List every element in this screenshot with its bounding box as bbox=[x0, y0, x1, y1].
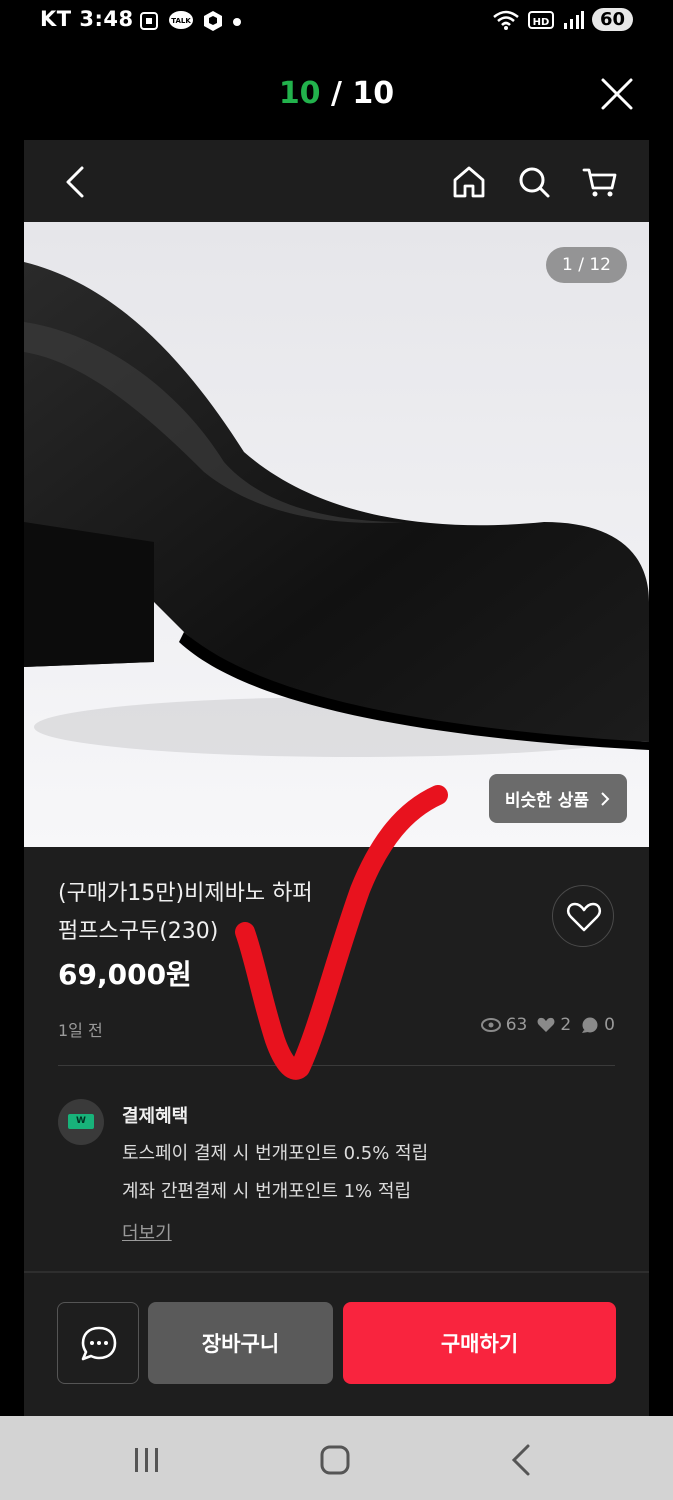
similar-products-button[interactable]: 비슷한 상품 bbox=[488, 774, 627, 823]
signal-icon bbox=[563, 10, 584, 29]
benefit-line: 계좌 간편결제 시 번개포인트 1% 적립 bbox=[122, 1181, 412, 1202]
divider bbox=[24, 1271, 649, 1273]
divider bbox=[58, 1065, 615, 1066]
app-screen: 1 / 12 비슷한 상품 (구매가15만)비제바노 하퍼 펌프스구두(230)… bbox=[24, 140, 649, 1416]
product-title-line1: (구매가15만)비제바노 하퍼 bbox=[58, 881, 313, 906]
screenshot-icon bbox=[140, 12, 158, 30]
product-image[interactable]: 1 / 12 비슷한 상품 bbox=[24, 222, 649, 847]
comments-stat: 0 bbox=[581, 1015, 615, 1035]
product-price: 69,000원 bbox=[58, 958, 192, 991]
back-button-icon[interactable] bbox=[502, 1440, 542, 1480]
counter-total: 10 bbox=[352, 76, 395, 111]
screenshot-counter: 10 / 10 bbox=[0, 76, 673, 111]
comment-bubble-icon bbox=[582, 1017, 598, 1033]
close-icon[interactable] bbox=[599, 76, 635, 112]
dot-icon bbox=[233, 18, 241, 26]
svg-text:HD: HD bbox=[533, 17, 550, 28]
similar-products-label: 비슷한 상품 bbox=[504, 791, 589, 811]
back-arrow-icon[interactable] bbox=[58, 162, 98, 202]
product-title-line2: 펌프스구두(230) bbox=[58, 919, 219, 944]
more-link[interactable]: 더보기 bbox=[122, 1219, 172, 1245]
home-icon[interactable] bbox=[449, 162, 489, 202]
buy-button[interactable]: 구매하기 bbox=[343, 1302, 616, 1384]
counter-current: 10 bbox=[278, 76, 321, 111]
home-button-icon[interactable] bbox=[315, 1440, 355, 1480]
system-icons: HD 60 bbox=[492, 8, 633, 31]
system-navigation-bar bbox=[0, 1416, 673, 1500]
likes-stat: 2 bbox=[537, 1015, 571, 1035]
recent-apps-icon[interactable] bbox=[126, 1440, 166, 1480]
carrier-time: KT 3:48 bbox=[40, 7, 134, 31]
image-viewer-header: 10 / 10 bbox=[0, 70, 673, 120]
cart-icon[interactable] bbox=[580, 162, 620, 202]
wifi-icon bbox=[493, 10, 519, 30]
payment-benefit-icon: W bbox=[58, 1099, 104, 1145]
battery-indicator: 60 bbox=[591, 8, 633, 31]
kakaotalk-icon: TALK bbox=[169, 11, 193, 29]
shoe-image bbox=[24, 222, 649, 847]
search-icon[interactable] bbox=[514, 162, 554, 202]
notification-icons: TALK bbox=[138, 10, 242, 32]
counter-separator: / bbox=[320, 76, 353, 111]
heart-small-icon bbox=[537, 1017, 555, 1032]
posted-time: 1일 전 bbox=[58, 1021, 103, 1040]
benefit-badge: W bbox=[68, 1114, 94, 1129]
product-title: (구매가15만)비제바노 하퍼 펌프스구두(230) bbox=[58, 875, 438, 951]
svg-text:TALK: TALK bbox=[171, 17, 191, 25]
hd-voice-icon: HD bbox=[527, 10, 554, 29]
chat-button[interactable] bbox=[57, 1302, 139, 1384]
product-stats: 63 2 0 bbox=[480, 1015, 615, 1035]
comments-count: 0 bbox=[604, 1015, 615, 1035]
like-button[interactable] bbox=[552, 885, 614, 947]
box-app-icon bbox=[204, 11, 222, 31]
views-count: 63 bbox=[505, 1015, 528, 1035]
benefit-line: 토스페이 결제 시 번개포인트 0.5% 적립 bbox=[122, 1143, 429, 1164]
top-navigation bbox=[24, 140, 649, 222]
likes-count: 2 bbox=[560, 1015, 572, 1035]
image-counter: 1 / 12 bbox=[546, 247, 627, 283]
heart-icon bbox=[566, 902, 602, 932]
views-stat: 63 bbox=[480, 1015, 528, 1035]
chat-icon bbox=[81, 1326, 117, 1361]
add-to-cart-button[interactable]: 장바구니 bbox=[148, 1302, 333, 1384]
chevron-right-icon bbox=[601, 791, 610, 806]
status-bar: KT 3:48 TALK HD 60 bbox=[0, 0, 673, 44]
bottom-action-bar: 장바구니 구매하기 bbox=[24, 1300, 649, 1384]
eye-icon bbox=[480, 1018, 501, 1032]
benefit-title: 결제혜택 bbox=[122, 1106, 189, 1127]
